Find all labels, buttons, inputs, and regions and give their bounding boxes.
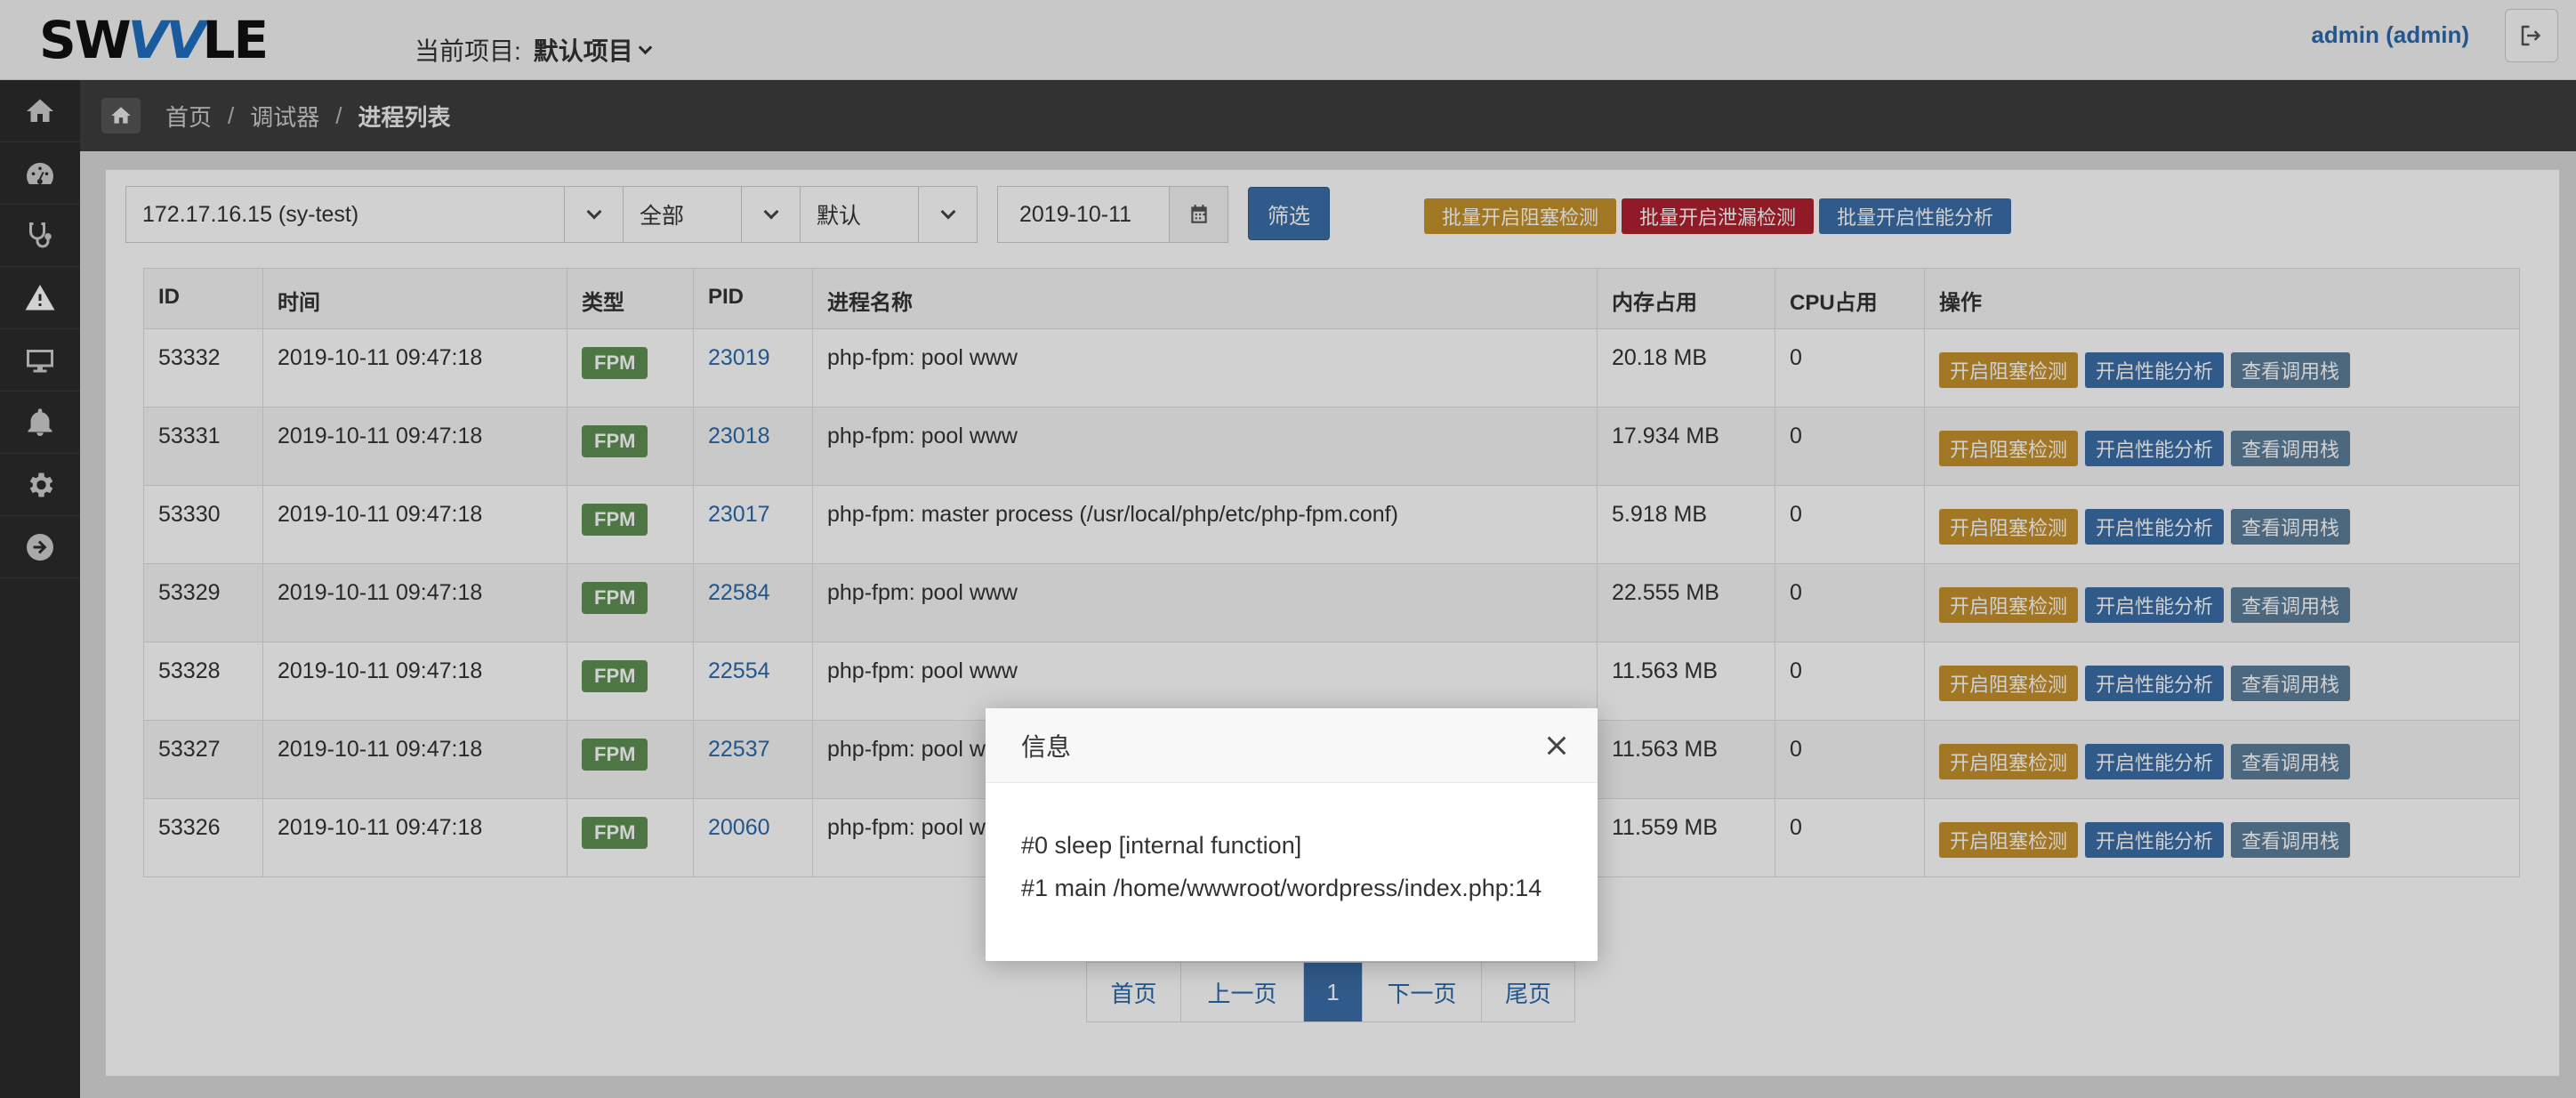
stack-line: #1 main /home/wwwroot/wordpress/index.ph… (1021, 875, 1542, 901)
stack-line: #0 sleep [internal function] (1021, 832, 1302, 859)
info-dialog: 信息 #0 sleep [internal function] #1 main … (986, 708, 1598, 961)
dialog-header: 信息 (986, 708, 1598, 783)
dialog-body: #0 sleep [internal function] #1 main /ho… (986, 783, 1598, 909)
dialog-title: 信息 (1021, 732, 1072, 761)
close-icon[interactable] (1542, 731, 1571, 760)
